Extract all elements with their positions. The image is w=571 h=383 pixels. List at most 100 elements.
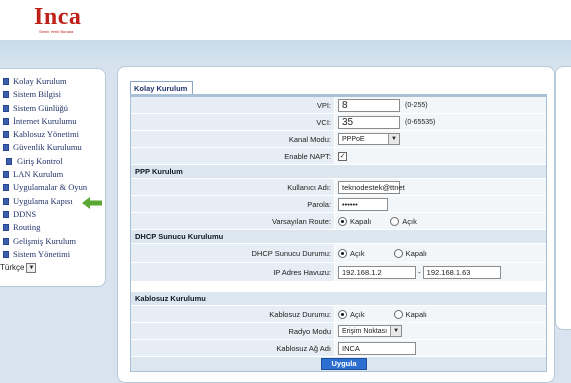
square-bullet-icon: [3, 250, 9, 258]
square-bullet-icon: [3, 237, 9, 245]
network-name-row: Kablosuz Ağ Adı INCA: [131, 340, 546, 357]
wireless-off-radio[interactable]: Kapalı: [393, 309, 427, 319]
sidebar-item-label: Kolay Kurulum: [13, 76, 67, 86]
ip-pool-row: IP Adres Havuzu: 192.168.1.2 - 192.168.1…: [131, 263, 546, 282]
language-value: Türkçe: [0, 263, 25, 272]
radio-label: Kapalı: [405, 248, 427, 258]
sidebar-item-label: Uygulama Kapısı: [13, 195, 73, 206]
tab-kolay-kurulum[interactable]: Kolay Kurulum: [130, 81, 193, 94]
radio-dot: [393, 248, 403, 258]
sidebar-item-label: Gelişmiş Kurulum: [13, 235, 77, 246]
network-name-label: Kablosuz Ağ Adı: [131, 340, 334, 356]
vci-input[interactable]: 35: [338, 115, 400, 129]
radio-label: Açık: [350, 309, 365, 319]
vci-hint: (0-65535): [405, 118, 436, 126]
sidebar-item-guvenlik-kurulumu[interactable]: Güvenlik Kurulumu: [1, 141, 107, 154]
sidebar-item-label: Sistem Yönetimi: [13, 248, 71, 259]
left-arrow-icon: [82, 197, 102, 209]
square-bullet-icon: [3, 104, 9, 112]
dhcp-off-radio[interactable]: Kapalı: [393, 248, 427, 258]
ip-pool-label: IP Adres Havuzu:: [131, 263, 334, 281]
radio-label: Kapalı: [405, 309, 427, 319]
vpi-row: VPI: 8 (0-255): [131, 97, 546, 114]
sidebar-item-kolay-kurulum[interactable]: Kolay Kurulum: [1, 75, 107, 88]
vpi-input[interactable]: 8: [338, 98, 400, 112]
brand-logo[interactable]: Inca: [34, 4, 81, 31]
square-bullet-icon: [3, 224, 9, 232]
channel-mode-row: Kanal Modu: PPPoE ▼: [131, 131, 546, 148]
radio-dot: [393, 309, 403, 319]
sidebar-item-uygulamalar-oyun[interactable]: Uygulamalar & Oyun: [1, 181, 107, 194]
password-label: Parola:: [131, 196, 334, 212]
square-bullet-icon: [3, 117, 9, 125]
language-selector[interactable]: Türkçe ▼: [0, 262, 37, 273]
napt-label: Enable NAPT:: [131, 148, 334, 164]
sidebar: Kolay Kurulum Sistem Bilgisi Sistem Günl…: [0, 68, 106, 287]
sidebar-item-lan-kurulum[interactable]: LAN Kurulum: [1, 168, 107, 181]
chevron-down-icon[interactable]: ▼: [26, 262, 37, 273]
default-route-off-radio[interactable]: Kapalı: [338, 216, 371, 226]
sidebar-item-label: DDNS: [13, 208, 37, 219]
header: Inca Senin Yerin Burada: [0, 0, 571, 40]
radio-mode-select[interactable]: Erişim Noktası ▼: [338, 325, 403, 337]
radio-dot: [338, 248, 347, 258]
square-bullet-icon: [3, 131, 9, 139]
sidebar-item-gelismis-kurulum[interactable]: Gelişmiş Kurulum: [1, 235, 107, 248]
sidebar-item-sistem-bilgisi[interactable]: Sistem Bilgisi: [1, 88, 107, 101]
sidebar-item-label: Sistem Bilgisi: [13, 89, 61, 100]
sidebar-item-routing[interactable]: Routing: [1, 221, 107, 234]
square-bullet-icon: [3, 184, 9, 192]
sidebar-item-label: Routing: [13, 222, 41, 233]
sidebar-item-giris-kontrol[interactable]: Giriş Kontrol: [1, 155, 107, 168]
sidebar-item-ddns[interactable]: DDNS: [1, 208, 107, 221]
wireless-status-label: Kablosuz Durumu:: [131, 306, 334, 322]
sidebar-item-label: Güvenlik Kurulumu: [13, 142, 82, 153]
default-route-label: Varsayılan Route:: [131, 213, 334, 229]
napt-checkbox[interactable]: ✓: [338, 151, 347, 161]
password-input[interactable]: ••••••: [338, 197, 388, 211]
channel-mode-select[interactable]: PPPoE ▼: [338, 133, 400, 145]
password-row: Parola: ••••••: [131, 196, 546, 213]
square-bullet-icon: [3, 144, 9, 152]
radio-dot: [390, 216, 400, 226]
wireless-on-radio[interactable]: Açık: [338, 309, 365, 319]
radio-mode-label: Radyo Modu: [131, 323, 334, 339]
username-row: Kullanıcı Adı: teknodestek@ttnet: [131, 179, 546, 196]
vci-label: VCI:: [131, 114, 334, 130]
setup-form: VPI: 8 (0-255) VCI: 35 (0-65535) Kanal M…: [130, 96, 547, 372]
wireless-section-header: Kablosuz Kurulumu: [131, 292, 546, 306]
dhcp-status-row: DHCP Sunucu Durumu: Açık Kapalı: [131, 244, 546, 263]
radio-label: Açık: [402, 216, 417, 226]
dhcp-status-label: DHCP Sunucu Durumu:: [131, 244, 334, 262]
dhcp-section-header: DHCP Sunucu Kurulumu: [131, 230, 546, 244]
sidebar-item-kablosuz-yonetimi[interactable]: Kablosuz Yönetimi: [1, 128, 107, 141]
username-label: Kullanıcı Adı:: [131, 179, 334, 195]
sidebar-nav: Kolay Kurulum Sistem Bilgisi Sistem Günl…: [1, 75, 107, 261]
square-bullet-icon: [3, 197, 9, 205]
main-panel: Kolay Kurulum VPI: 8 (0-255) VCI: 35 (0-…: [117, 66, 555, 383]
sidebar-item-sistem-gunlugu[interactable]: Sistem Günlüğü: [1, 102, 107, 115]
username-input[interactable]: teknodestek@ttnet: [338, 180, 405, 194]
channel-mode-value: PPPoE: [342, 135, 365, 143]
dhcp-on-radio[interactable]: Açık: [338, 248, 365, 258]
radio-mode-row: Radyo Modu Erişim Noktası ▼: [131, 323, 546, 340]
apply-button[interactable]: Uygula: [321, 358, 367, 370]
radio-dot: [338, 216, 347, 226]
sidebar-item-label: İnternet Kurulumu: [13, 115, 77, 126]
default-route-on-radio[interactable]: Açık: [390, 216, 417, 226]
brand-tagline: Senin Yerin Burada: [39, 29, 74, 34]
sidebar-item-sistem-yonetimi[interactable]: Sistem Yönetimi: [1, 248, 107, 261]
ip-pool-start-input[interactable]: 192.168.1.2: [338, 265, 416, 279]
vci-row: VCI: 35 (0-65535): [131, 114, 546, 131]
network-name-input[interactable]: INCA: [338, 341, 416, 355]
sidebar-item-label: Uygulamalar & Oyun: [13, 182, 88, 193]
right-panel: [555, 66, 571, 330]
sidebar-item-internet-kurulumu[interactable]: İnternet Kurulumu: [1, 115, 107, 128]
form-footer: Uygula: [131, 357, 546, 371]
sidebar-item-label: Giriş Kontrol: [17, 155, 63, 166]
ip-pool-separator: -: [418, 267, 421, 277]
wireless-status-row: Kablosuz Durumu: Açık Kapalı: [131, 306, 546, 323]
sidebar-item-label: Sistem Günlüğü: [13, 102, 69, 113]
ip-pool-end-input[interactable]: 192.168.1.63: [422, 265, 501, 279]
square-bullet-icon: [3, 91, 9, 99]
